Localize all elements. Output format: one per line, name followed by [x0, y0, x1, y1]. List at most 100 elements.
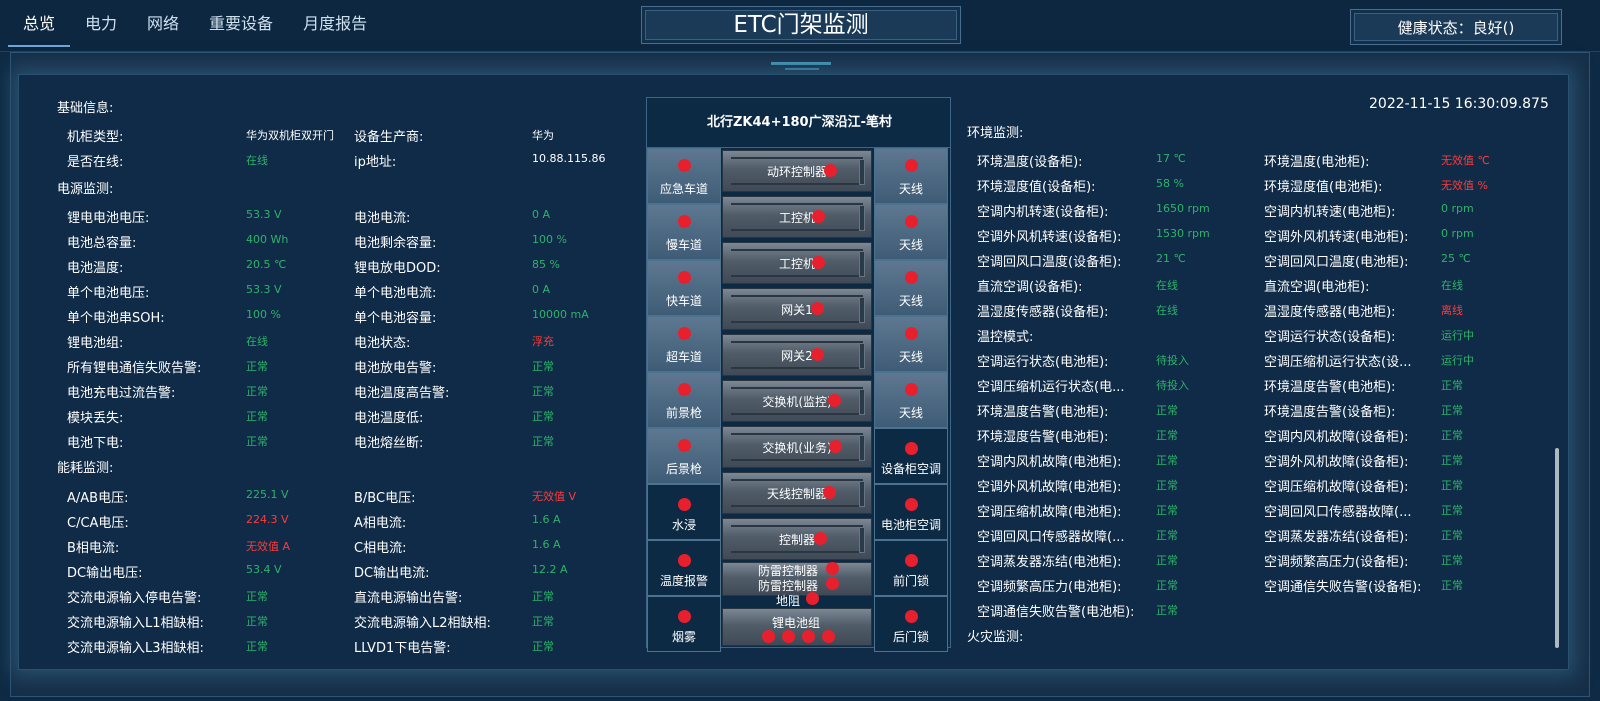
tab-overview[interactable]: 总览 — [8, 0, 71, 47]
tab-monthly-report[interactable]: 月度报告 — [288, 0, 382, 47]
equipment-cell-label: 天线 — [898, 406, 923, 420]
lane-cell-label: 前景枪 — [665, 406, 702, 420]
tab-power[interactable]: 电力 — [70, 0, 132, 47]
status-dot-icon — [905, 498, 918, 511]
status-dot-icon — [823, 486, 836, 499]
status-dot-icon — [678, 215, 691, 228]
env-monitor-label: 空调外风机故障(设备柜): — [1264, 455, 1409, 470]
env-monitor-label: 温湿度传感器(电池柜): — [1264, 305, 1396, 320]
fire-monitor-heading: 火灾监测: — [967, 630, 1024, 645]
status-dot-icon — [829, 440, 842, 453]
status-dot-icon — [678, 439, 691, 452]
power-monitor-value: 53.3 V — [246, 283, 282, 296]
power-monitor-label: 锂电池组: — [67, 336, 124, 351]
env-monitor-label: 空调压缩机运行状态(电... — [977, 380, 1125, 395]
lane-cell-label: 水浸 — [671, 518, 696, 532]
env-monitor-value: 正常 — [1156, 404, 1178, 417]
basic-info-label: 是否在线: — [67, 155, 124, 170]
gantry-title: 北行ZK44+180广深沿江-笔村 — [647, 98, 950, 148]
equipment-cell-label: 天线 — [898, 350, 923, 364]
env-monitor-value: 运行中 — [1441, 329, 1474, 342]
rack-stack-label: 锂电池组 — [772, 616, 821, 630]
status-dot-icon — [678, 271, 691, 284]
lane-cell: 水浸 — [647, 484, 721, 540]
status-dot-icon — [678, 554, 691, 567]
energy-monitor-label: B/BC电压: — [354, 491, 416, 506]
power-monitor-heading: 电源监测: — [57, 182, 114, 197]
status-dot-icon — [905, 554, 918, 567]
rack-label: 工控机 — [778, 211, 815, 225]
env-monitor-label: 环境温度(设备柜): — [977, 155, 1083, 170]
env-monitor-value: 正常 — [1156, 429, 1178, 442]
env-monitor-value: 运行中 — [1441, 354, 1474, 367]
power-monitor-label: 电池温度低: — [354, 411, 424, 426]
env-monitor-label: 环境湿度告警(电池柜): — [977, 430, 1109, 445]
env-monitor-label: 空调内风机故障(设备柜): — [1264, 430, 1409, 445]
env-monitor-value: 正常 — [1441, 579, 1463, 592]
rack-label: 控制器 — [778, 533, 815, 547]
energy-monitor-label: C相电流: — [354, 541, 407, 556]
status-dot-icon — [905, 215, 918, 228]
scrollbar-thumb[interactable] — [1555, 448, 1559, 648]
env-monitor-value: 正常 — [1441, 429, 1463, 442]
power-monitor-value: 85 % — [532, 258, 560, 271]
status-dot-icon — [812, 210, 825, 223]
energy-monitor-label: 交流电源输入L1相缺相: — [67, 616, 204, 631]
env-monitor-value: 待投入 — [1156, 354, 1189, 367]
power-monitor-label: 单个电池电流: — [354, 286, 437, 301]
energy-monitor-value: 225.1 V — [246, 488, 289, 501]
env-monitor-value: 0 rpm — [1441, 227, 1474, 240]
tab-network[interactable]: 网络 — [132, 0, 194, 47]
power-monitor-label: 单个电池容量: — [354, 311, 437, 326]
status-dot-icon — [824, 164, 837, 177]
power-monitor-value: 100 % — [532, 233, 567, 246]
power-monitor-label: 锂电放电DOD: — [354, 261, 441, 276]
equipment-cell-label: 设备柜空调 — [880, 462, 941, 476]
env-monitor-value: 正常 — [1156, 479, 1178, 492]
lane-cell: 温度报警 — [647, 540, 721, 596]
env-monitor-value: 21 ℃ — [1156, 252, 1186, 265]
power-monitor-label: 电池下电: — [67, 436, 124, 451]
env-monitor-value: 正常 — [1156, 529, 1178, 542]
lane-cell-label: 应急车道 — [659, 182, 708, 196]
env-monitor-value: 25 ℃ — [1441, 252, 1471, 265]
equipment-cell: 后门锁 — [874, 596, 948, 652]
status-dot-icon — [826, 577, 839, 590]
rack-stack-label: 地阻 — [776, 594, 801, 608]
tab-important-devices[interactable]: 重要设备 — [194, 0, 288, 47]
equipment-cell: 天线 — [874, 316, 948, 372]
energy-monitor-label: B相电流: — [67, 541, 120, 556]
power-monitor-value: 正常 — [246, 410, 268, 423]
rack-label: 网关1 — [781, 303, 813, 317]
equipment-cell: 天线 — [874, 372, 948, 428]
rack-unit: 控制器 — [722, 518, 872, 560]
energy-monitor-value: 无效值 V — [532, 490, 577, 503]
env-monitor-label: 空调运行状态(设备柜): — [1264, 330, 1396, 345]
env-monitor-label: 空调回风口温度(设备柜): — [977, 255, 1122, 270]
env-monitor-label: 空调蒸发器冻结(设备柜): — [1264, 530, 1409, 545]
collapse-handle[interactable] — [771, 62, 831, 65]
power-monitor-label: 电池电流: — [354, 211, 411, 226]
lane-cell: 前景枪 — [647, 372, 721, 428]
power-monitor-value: 20.5 ℃ — [246, 258, 287, 271]
datetime-display: 2022-11-15 16:30:09.875 — [1369, 96, 1549, 112]
env-monitor-label: 直流空调(设备柜): — [977, 280, 1083, 295]
env-monitor-label: 环境温度告警(设备柜): — [1264, 405, 1396, 420]
env-monitor-value: 无效值 % — [1441, 179, 1488, 192]
energy-monitor-label: 直流电源输出告警: — [354, 591, 463, 606]
env-monitor-value: 待投入 — [1156, 379, 1189, 392]
top-bar: 总览 电力 网络 重要设备 月度报告 ETC门架监测 健康状态：良好() — [0, 0, 1600, 52]
status-dot-icon — [802, 630, 815, 643]
equipment-cell-label: 天线 — [898, 182, 923, 196]
env-monitor-label: 空调压缩机故障(电池柜): — [977, 505, 1122, 520]
status-dot-icon — [905, 383, 918, 396]
env-monitor-label: 空调内机转速(电池柜): — [1264, 205, 1396, 220]
power-monitor-value: 浮充 — [532, 335, 554, 348]
status-dot-icon — [678, 610, 691, 623]
power-monitor-value: 100 % — [246, 308, 281, 321]
energy-monitor-label: 交流电源输入L3相缺相: — [67, 641, 204, 656]
env-monitor-value: 在线 — [1441, 279, 1463, 292]
status-dot-icon — [812, 256, 825, 269]
energy-monitor-value: 正常 — [246, 615, 268, 628]
status-dot-icon — [678, 159, 691, 172]
